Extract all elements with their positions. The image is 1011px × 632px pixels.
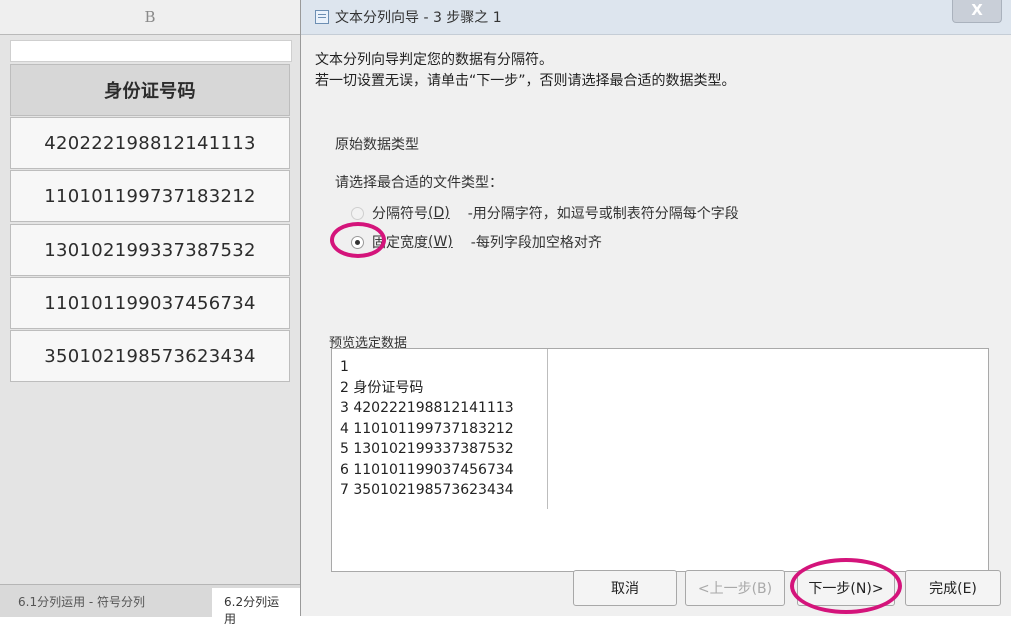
preview-line: 4 110101199737183212 [340, 420, 514, 437]
sheet-tab-symbol-split[interactable]: 6.1分列运用 - 符号分列 [12, 591, 151, 612]
header-cell[interactable]: 身份证号码 [10, 64, 290, 116]
back-button[interactable]: <上一步(B) [685, 570, 785, 606]
column-header-b[interactable]: B [0, 0, 300, 35]
preview-lines: 1 2 身份证号码 3 420222198812141113 4 1101011… [340, 357, 514, 501]
preview-line: 2 身份证号码 [340, 379, 424, 396]
preview-box[interactable]: 1 2 身份证号码 3 420222198812141113 4 1101011… [331, 348, 989, 572]
data-cell[interactable]: 110101199737183212 [10, 170, 290, 222]
finish-button[interactable]: 完成(E) [905, 570, 1001, 606]
highlight-circle-fixed-width [330, 222, 386, 258]
preview-line: 7 350102198573623434 [340, 482, 514, 498]
option-fixed-width[interactable]: 固定宽度 (W) -每列字段加空格对齐 [351, 232, 602, 252]
close-button[interactable]: X [952, 0, 1002, 23]
dialog-title: 文本分列向导 - 3 步骤之 1 [335, 10, 502, 26]
sheet-tab-fixed-width[interactable]: 6.2分列运用 [212, 588, 300, 632]
preview-line: 3 420222198812141113 [340, 400, 514, 416]
description-line-2: 若一切设置无误，请单击“下一步”，否则请选择最合适的数据类型。 [315, 73, 736, 89]
data-cell[interactable]: 110101199037456734 [10, 277, 290, 329]
data-cell[interactable]: 350102198573623434 [10, 330, 290, 382]
preview-column-separator [547, 349, 548, 509]
data-cell[interactable]: 420222198812141113 [10, 117, 290, 169]
sheet-tabs-bar: 6.1分列运用 - 符号分列 6.2分列运用 [0, 584, 300, 632]
text-to-columns-dialog: 文本分列向导 - 3 步骤之 1 X 文本分列向导判定您的数据有分隔符。 若一切… [300, 0, 1011, 616]
formula-bar[interactable] [10, 40, 292, 62]
section-label-data-type: 原始数据类型 [335, 137, 419, 153]
preview-line: 1 [340, 359, 349, 375]
option-delimited-description: -用分隔字符，如逗号或制表符分隔每个字段 [467, 206, 739, 222]
dialog-app-icon [315, 10, 329, 24]
cancel-button[interactable]: 取消 [573, 570, 677, 606]
spreadsheet-area: B 身份证号码 420222198812141113 1101011997371… [0, 0, 300, 632]
description-line-1: 文本分列向导判定您的数据有分隔符。 [315, 52, 553, 68]
radio-delimited[interactable] [351, 206, 364, 220]
option-fixed-width-description: -每列字段加空格对齐 [470, 235, 602, 251]
preview-line: 6 110101199037456734 [340, 461, 514, 478]
option-delimited[interactable]: 分隔符号 (D) -用分隔字符，如逗号或制表符分隔每个字段 [351, 203, 739, 223]
option-fixed-width-key: (W) [428, 234, 453, 250]
file-type-label: 请选择最合适的文件类型： [335, 175, 503, 191]
data-cell[interactable]: 130102199337387532 [10, 224, 290, 276]
highlight-circle-next [790, 558, 902, 614]
option-delimited-key: (D) [428, 205, 450, 221]
option-delimited-label: 分隔符号 [372, 206, 428, 222]
preview-line: 5 130102199337387532 [340, 441, 514, 457]
dialog-titlebar[interactable]: 文本分列向导 - 3 步骤之 1 X [301, 0, 1011, 35]
